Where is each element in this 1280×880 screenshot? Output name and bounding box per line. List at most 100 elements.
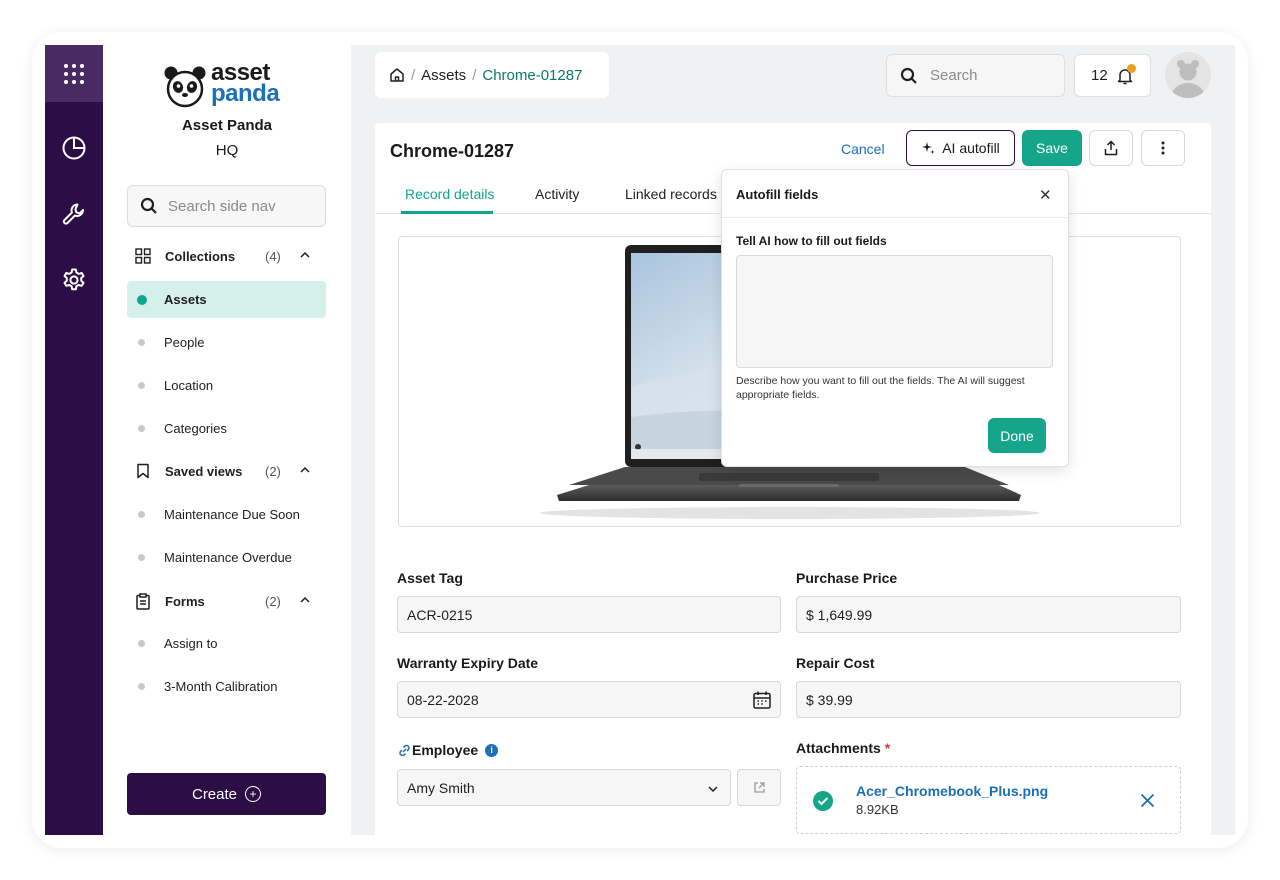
more-vertical-icon xyxy=(1161,141,1165,155)
settings-button[interactable] xyxy=(60,266,88,294)
open-employee-record-button[interactable] xyxy=(737,769,781,806)
create-button[interactable]: Create + xyxy=(127,773,326,815)
sidebar-item-maintenance-due-soon[interactable]: Maintenance Due Soon xyxy=(127,496,326,533)
sidebar-item-label: Maintenance Due Soon xyxy=(164,507,300,522)
grid-icon xyxy=(133,246,153,266)
reports-button[interactable] xyxy=(60,134,88,162)
autofill-prompt-label: Tell AI how to fill out fields xyxy=(736,234,887,248)
sidebar-item-label: Location xyxy=(164,378,214,393)
record-title: Chrome-01287 xyxy=(390,141,515,161)
autofill-help-text: Describe how you want to fill out the fi… xyxy=(736,375,1025,401)
nav-section-label: Saved views xyxy=(165,463,243,479)
done-button[interactable]: Done xyxy=(988,418,1046,453)
popover-title: Autofill fields xyxy=(736,187,819,202)
repair-cost-field[interactable]: $ 39.99 xyxy=(796,681,1181,718)
tools-button[interactable] xyxy=(60,200,88,228)
external-link-icon xyxy=(753,782,765,793)
nav-section-count: (2) xyxy=(265,463,281,479)
tab-record-details[interactable]: Record details xyxy=(405,186,495,202)
calendar-icon[interactable] xyxy=(752,690,772,710)
home-icon[interactable] xyxy=(389,67,405,83)
sidebar-item-location[interactable]: Location xyxy=(127,367,326,404)
active-tab-indicator xyxy=(401,211,493,214)
gear-icon xyxy=(63,268,85,291)
nav-dot xyxy=(138,554,145,561)
breadcrumb-separator: / xyxy=(472,66,477,84)
chevron-up-icon[interactable] xyxy=(299,594,311,606)
link-icon xyxy=(399,744,410,756)
attachment-file-name[interactable]: Acer_Chromebook_Plus.png xyxy=(856,783,1048,799)
logo-text-panda: panda xyxy=(211,80,280,107)
more-options-button[interactable] xyxy=(1141,130,1185,166)
sidebar-item-label: 3-Month Calibration xyxy=(164,679,278,694)
info-icon[interactable]: i xyxy=(485,743,499,757)
purchase-price-field[interactable]: $ 1,649.99 xyxy=(796,596,1181,633)
tab-activity[interactable]: Activity xyxy=(535,186,579,202)
breadcrumb: / Assets / Chrome-01287 xyxy=(375,52,609,98)
global-search-placeholder: Search xyxy=(930,67,978,84)
nav-dot xyxy=(138,339,145,346)
save-button[interactable]: Save xyxy=(1022,130,1082,166)
nav-section-forms[interactable]: Forms (2) xyxy=(127,586,326,616)
nav-section-collections[interactable]: Collections (4) xyxy=(127,241,326,271)
search-icon xyxy=(900,67,917,84)
popover-header: Autofill fields ✕ xyxy=(722,170,1068,218)
attachments-label: Attachments * xyxy=(796,740,890,756)
apps-grid-icon xyxy=(64,63,84,84)
sidebar: asset panda Asset Panda HQ Search side n… xyxy=(103,45,351,835)
sidebar-item-maintenance-overdue[interactable]: Maintenance Overdue xyxy=(127,539,326,576)
sidebar-item-assets[interactable]: Assets xyxy=(127,281,326,318)
sidebar-item-categories[interactable]: Categories xyxy=(127,410,326,447)
ai-autofill-button[interactable]: AI autofill xyxy=(906,130,1015,166)
autofill-prompt-textarea[interactable] xyxy=(736,255,1053,368)
employee-select[interactable]: Amy Smith xyxy=(397,769,731,806)
tab-linked-records[interactable]: Linked records xyxy=(625,186,717,202)
notification-count: 12 xyxy=(1091,67,1108,84)
nav-section-saved-views[interactable]: Saved views (2) xyxy=(127,456,326,486)
notification-badge xyxy=(1126,63,1136,73)
org-name: Asset Panda xyxy=(181,117,273,134)
wrench-icon xyxy=(62,203,84,225)
global-search-input[interactable]: Search xyxy=(886,54,1065,97)
attachment-file-size: 8.92KB xyxy=(856,802,899,817)
purchase-price-label: Purchase Price xyxy=(796,570,898,586)
org-location: HQ xyxy=(215,142,239,159)
nav-section-count: (2) xyxy=(265,593,281,609)
asset-tag-label: Asset Tag xyxy=(397,570,463,586)
bell-icon xyxy=(1116,63,1136,85)
asset-tag-field[interactable]: ACR-0215 xyxy=(397,596,781,633)
sidebar-item-people[interactable]: People xyxy=(127,324,326,361)
employee-value: Amy Smith xyxy=(407,779,475,796)
repair-cost-label: Repair Cost xyxy=(796,655,875,671)
sidebar-item-calibration[interactable]: 3-Month Calibration xyxy=(127,668,326,705)
breadcrumb-current: Chrome-01287 xyxy=(482,66,583,84)
nav-section-label: Collections xyxy=(165,248,236,264)
create-button-label: Create xyxy=(191,785,238,803)
apps-grid-button[interactable] xyxy=(45,45,103,102)
chevron-up-icon[interactable] xyxy=(299,249,311,261)
nav-dot xyxy=(138,382,145,389)
cancel-button[interactable]: Cancel xyxy=(841,141,885,157)
required-mark: * xyxy=(884,740,891,756)
main-area: / Assets / Chrome-01287 Search 12 Chrome… xyxy=(351,45,1235,835)
chevron-up-icon[interactable] xyxy=(299,464,311,476)
nav-section-label: Forms xyxy=(165,593,205,609)
breadcrumb-assets[interactable]: Assets xyxy=(421,67,466,84)
share-button[interactable] xyxy=(1089,130,1133,166)
user-silhouette-icon xyxy=(1171,60,1205,98)
sidebar-item-label: Assign to xyxy=(164,636,218,651)
remove-attachment-icon[interactable] xyxy=(1140,793,1155,808)
attachment-dropzone[interactable]: Acer_Chromebook_Plus.png 8.92KB xyxy=(796,766,1181,834)
employee-label-text: Employee xyxy=(412,742,479,758)
chevron-down-icon xyxy=(708,786,718,793)
nav-dot xyxy=(138,683,145,690)
sidebar-item-assign-to[interactable]: Assign to xyxy=(127,625,326,662)
nav-dot xyxy=(138,425,145,432)
warranty-expiry-field[interactable]: 08-22-2028 xyxy=(397,681,781,718)
notifications-button[interactable]: 12 xyxy=(1074,54,1151,97)
sidebar-item-label: Maintenance Overdue xyxy=(164,550,292,565)
warranty-expiry-label: Warranty Expiry Date xyxy=(397,655,539,671)
user-avatar[interactable] xyxy=(1165,52,1211,98)
close-icon[interactable]: ✕ xyxy=(1039,186,1052,204)
side-nav-search-input[interactable]: Search side nav xyxy=(127,185,326,227)
